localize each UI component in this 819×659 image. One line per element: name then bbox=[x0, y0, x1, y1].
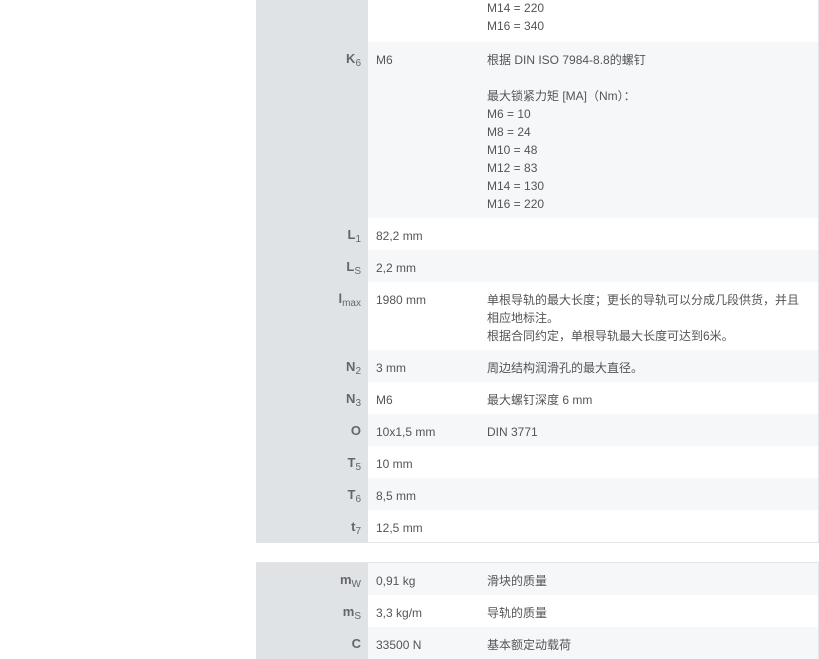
symbol-subscript: W bbox=[351, 579, 361, 590]
spec-row: N2 3 mm 周边结构润滑孔的最大直径。 bbox=[256, 350, 818, 382]
description-line: DIN 3771 bbox=[487, 425, 538, 439]
parameter-value bbox=[368, 0, 480, 42]
description-line: 单根导轨的最大长度；更长的导轨可以分成几段供货，并且 bbox=[487, 293, 800, 307]
spec-row: M14 = 220 M16 = 340 bbox=[256, 0, 818, 42]
spec-row: LS 2,2 mm bbox=[256, 250, 818, 282]
parameter-value: 0,91 kg bbox=[376, 574, 416, 588]
parameter-symbol: K6 bbox=[256, 42, 368, 218]
spec-row: O 10x1,5 mm DIN 3771 bbox=[256, 414, 818, 446]
parameter-value: 10x1,5 mm bbox=[376, 425, 436, 439]
parameter-description: DIN 3771 bbox=[480, 414, 818, 446]
parameter-description: 滑块的质量 bbox=[480, 563, 818, 595]
parameter-value: 12,5 mm bbox=[376, 521, 423, 535]
spec-row: T5 10 mm bbox=[256, 446, 818, 478]
parameter-description: 周边结构润滑孔的最大直径。 bbox=[480, 350, 818, 382]
parameter-symbol: LS bbox=[256, 250, 368, 282]
parameter-description: 基本额定动载荷 bbox=[480, 627, 818, 659]
parameter-description bbox=[480, 250, 818, 282]
symbol-subscript: 3 bbox=[355, 398, 361, 409]
spec-row: C 33500 N 基本额定动载荷 bbox=[256, 627, 818, 659]
parameter-description: M14 = 220 M16 = 340 bbox=[480, 0, 818, 42]
parameter-symbol: t7 bbox=[256, 510, 368, 542]
description-line: M16 = 340 bbox=[487, 19, 545, 33]
description-line: M10 = 48 bbox=[487, 143, 538, 157]
symbol-subscript: 6 bbox=[355, 494, 361, 505]
symbol-letter: m bbox=[339, 572, 352, 587]
parameter-symbol: T5 bbox=[256, 446, 368, 478]
parameter-value: 2,2 mm bbox=[376, 261, 417, 275]
description-line: 根据合同约定，单根导轨最大长度可达到6米。 bbox=[487, 329, 734, 343]
parameter-symbol bbox=[256, 0, 368, 42]
symbol-subscript: 7 bbox=[355, 526, 361, 537]
parameter-symbol: mS bbox=[256, 595, 368, 627]
parameter-symbol: T6 bbox=[256, 478, 368, 510]
parameter-value: 10 mm bbox=[376, 457, 413, 471]
symbol-subscript: S bbox=[354, 266, 361, 277]
spec-row: lmax 1980 mm 单根导轨的最大长度；更长的导轨可以分成几段供货，并且 相应地… bbox=[256, 282, 818, 350]
symbol-letter: m bbox=[342, 604, 355, 619]
spec-row: T6 8,5 mm bbox=[256, 478, 818, 510]
parameter-value: M6 bbox=[376, 53, 393, 67]
spec-row: mS 3,3 kg/m 导轨的质量 bbox=[256, 595, 818, 627]
parameter-value: 8,5 mm bbox=[376, 489, 417, 503]
description-line: M6 = 10 bbox=[487, 107, 531, 121]
parameter-description bbox=[480, 478, 818, 510]
spec-row: L1 82,2 mm bbox=[256, 218, 818, 250]
parameter-description: 单根导轨的最大长度；更长的导轨可以分成几段供货，并且 相应地标注。根据合同约定，单… bbox=[480, 282, 818, 350]
description-line: 导轨的质量 bbox=[487, 606, 548, 620]
parameter-symbol: N2 bbox=[256, 350, 368, 382]
spec-row: N3 M6 最大螺钉深度 6 mm bbox=[256, 382, 818, 414]
description-line: M14 = 130 bbox=[487, 179, 545, 193]
parameter-symbol: N3 bbox=[256, 382, 368, 414]
parameter-description: 最大螺钉深度 6 mm bbox=[480, 382, 818, 414]
spec-table-mass-load: mW 0,91 kg 滑块的质量 mS 3,3 kg/m 导轨的质量 C 33500 N 基本额… bbox=[256, 562, 819, 659]
parameter-description: 根据 DIN ISO 7984-8.8的螺钉 最大锁紧力矩 [MA]（Nm）： M… bbox=[480, 42, 818, 218]
description-line: 周边结构润滑孔的最大直径。 bbox=[487, 361, 644, 375]
description-line: 最大螺钉深度 6 mm bbox=[487, 393, 593, 407]
spec-table-dimensions: M14 = 220 M16 = 340 K6 M6 根据 DIN ISO 7984-8.… bbox=[256, 0, 819, 543]
parameter-symbol: L1 bbox=[256, 218, 368, 250]
description-line: M14 = 220 bbox=[487, 1, 545, 15]
symbol-subscript: 6 bbox=[355, 58, 361, 69]
parameter-description bbox=[480, 510, 818, 542]
parameter-value: 33500 N bbox=[376, 638, 422, 652]
parameter-description: 导轨的质量 bbox=[480, 595, 818, 627]
parameter-symbol: C bbox=[256, 627, 368, 659]
symbol-subscript: 5 bbox=[355, 462, 361, 473]
description-line: 相应地标注。 bbox=[487, 311, 560, 325]
symbol-subscript: 2 bbox=[355, 366, 361, 377]
parameter-symbol: mW bbox=[256, 563, 368, 595]
parameter-value: 3,3 kg/m bbox=[376, 606, 423, 620]
description-line bbox=[487, 69, 808, 87]
description-line: 根据 DIN ISO 7984-8.8的螺钉 bbox=[487, 53, 646, 67]
parameter-description bbox=[480, 446, 818, 478]
spec-row: K6 M6 根据 DIN ISO 7984-8.8的螺钉 最大锁紧力矩 [MA]（N… bbox=[256, 42, 818, 218]
description-line: M12 = 83 bbox=[487, 161, 538, 175]
symbol-subscript: 1 bbox=[355, 234, 361, 245]
spec-row: mW 0,91 kg 滑块的质量 bbox=[256, 563, 818, 595]
symbol-letter: C bbox=[351, 636, 361, 651]
parameter-symbol: lmax bbox=[256, 282, 368, 350]
description-line: 基本额定动载荷 bbox=[487, 638, 572, 652]
symbol-letter: O bbox=[350, 423, 361, 438]
symbol-subscript: S bbox=[354, 611, 361, 622]
symbol-subscript: max bbox=[342, 298, 361, 309]
description-line: 最大锁紧力矩 [MA]（Nm）： bbox=[487, 89, 636, 103]
spec-row: t7 12,5 mm bbox=[256, 510, 818, 542]
description-line: 滑块的质量 bbox=[487, 574, 548, 588]
parameter-value: 3 mm bbox=[376, 361, 406, 375]
description-line: M8 = 24 bbox=[487, 125, 531, 139]
parameter-value: M6 bbox=[376, 393, 393, 407]
parameter-symbol: O bbox=[256, 414, 368, 446]
parameter-value: 1980 mm bbox=[376, 293, 427, 307]
description-line: M16 = 220 bbox=[487, 197, 545, 211]
parameter-value: 82,2 mm bbox=[376, 229, 423, 243]
parameter-description bbox=[480, 218, 818, 250]
